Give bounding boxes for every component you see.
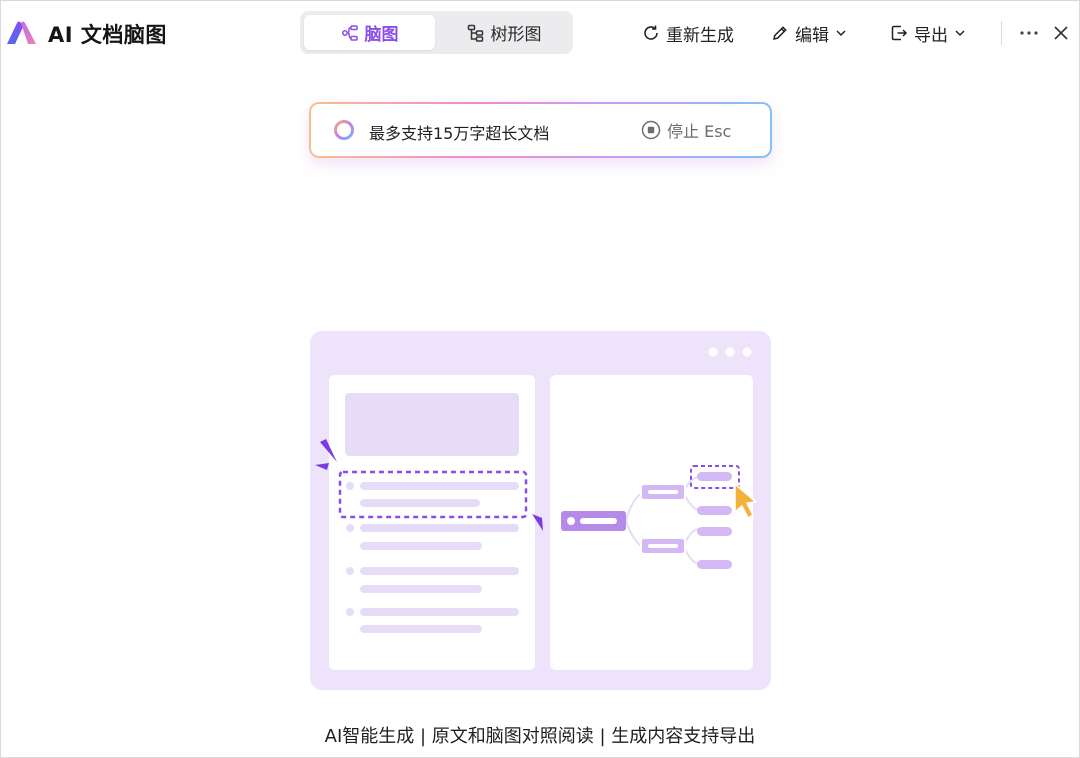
tab-tree-label: 树形图: [490, 25, 542, 45]
tab-mindmap[interactable]: 脑图: [304, 15, 435, 50]
edit-label: 编辑: [795, 25, 829, 46]
logo-icon: [7, 21, 36, 44]
pencil-icon: [773, 26, 787, 40]
stop-icon: [641, 120, 661, 140]
refresh-icon: [644, 25, 658, 40]
more-button[interactable]: [1016, 20, 1042, 46]
app-title: AI 文档脑图: [48, 23, 167, 47]
generation-progress: 最多支持15万字超长文档 停止 Esc: [309, 102, 772, 158]
edit-menu-button[interactable]: 编辑: [771, 19, 847, 47]
tab-mindmap-label: 脑图: [364, 25, 399, 45]
progress-message: 最多支持15万字超长文档: [369, 124, 550, 143]
mindmap-icon: [341, 24, 358, 41]
tab-tree[interactable]: 树形图: [440, 15, 568, 50]
export-icon: [891, 25, 908, 41]
close-button[interactable]: [1048, 20, 1074, 46]
regenerate-button[interactable]: 重新生成: [642, 19, 734, 47]
chevron-down-icon: [955, 30, 965, 37]
spinner-icon: [334, 120, 354, 140]
view-switch: 脑图 树形图: [300, 11, 573, 54]
toolbar-divider: [1001, 21, 1002, 45]
export-label: 导出: [914, 25, 948, 46]
more-icon: [1020, 31, 1038, 35]
progress-panel: 最多支持15万字超长文档 停止 Esc: [311, 104, 770, 156]
mindmap-illustration: [310, 331, 771, 690]
chevron-down-icon: [836, 30, 846, 37]
export-menu-button[interactable]: 导出: [890, 19, 966, 47]
tree-icon: [467, 24, 483, 42]
stop-label: 停止 Esc: [667, 122, 732, 141]
close-icon: [1054, 26, 1068, 40]
header: AI 文档脑图 脑图 树形图 重新生成 编辑 导出: [0, 0, 1080, 66]
feature-caption: AI智能生成 | 原文和脑图对照阅读 | 生成内容支持导出: [324, 726, 756, 747]
regenerate-label: 重新生成: [666, 25, 734, 46]
stop-button[interactable]: 停止 Esc: [641, 118, 731, 142]
